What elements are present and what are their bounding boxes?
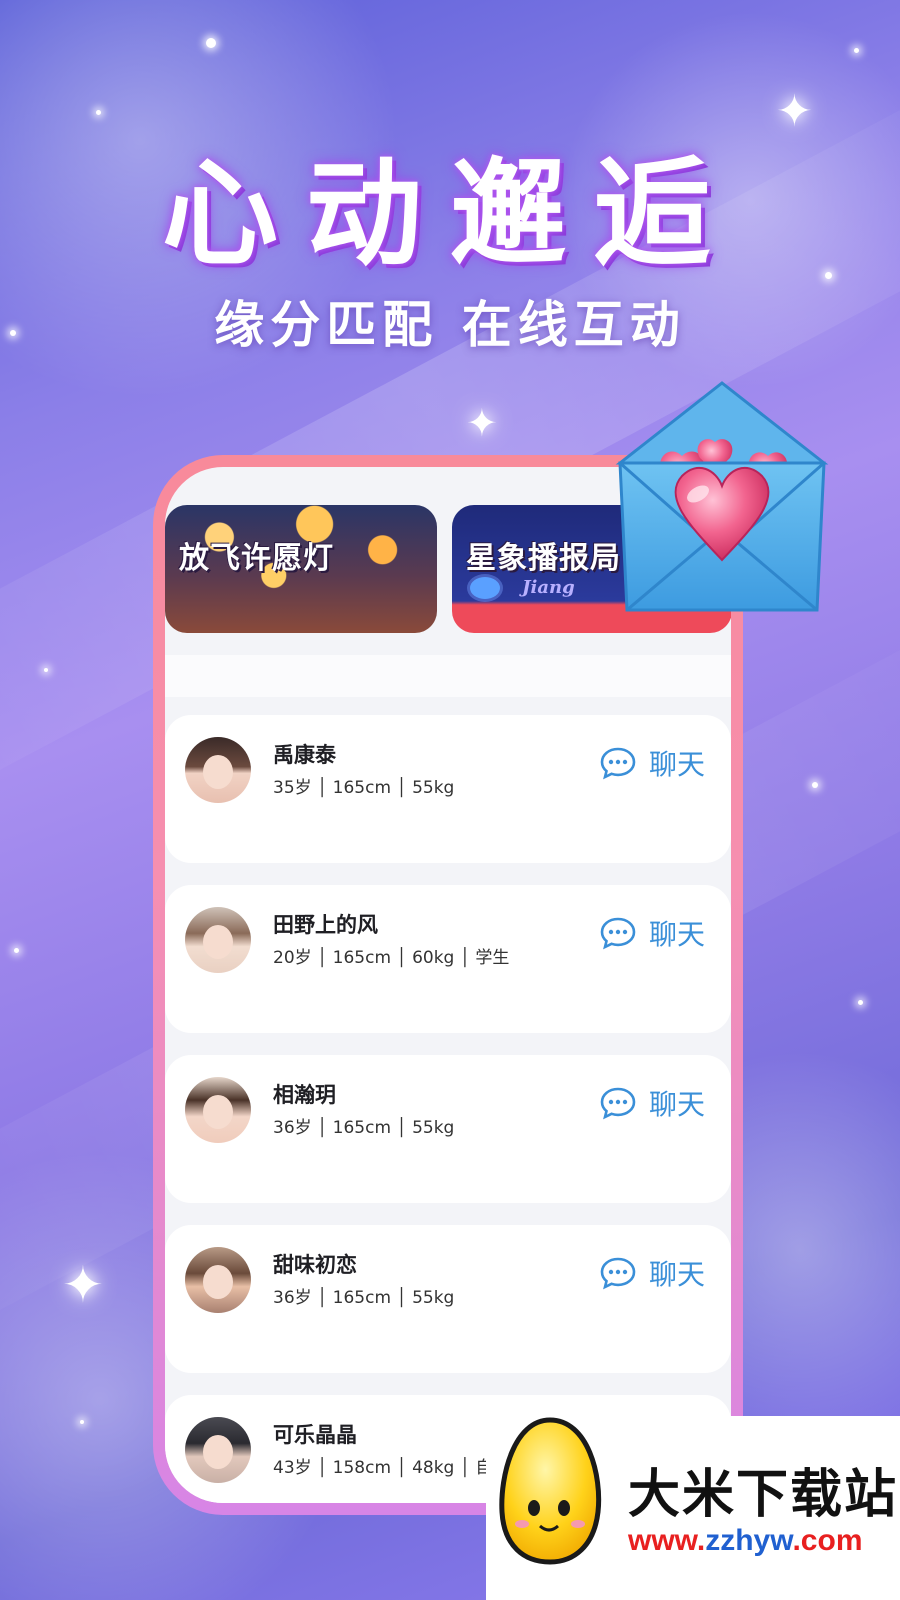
user-name: 相瀚玥 — [273, 1083, 336, 1107]
sparkle-icon: ✦ — [62, 1256, 104, 1314]
banner-lanterns[interactable]: 放飞许愿灯 — [165, 505, 437, 633]
banner-label: 放飞许愿灯 — [179, 541, 334, 576]
avatar[interactable] — [185, 1417, 251, 1483]
chat-label: 聊天 — [648, 1258, 705, 1291]
chat-button[interactable]: 聊天 — [599, 743, 705, 783]
avatar[interactable] — [185, 737, 251, 803]
user-card[interactable]: 相瀚玥 36岁 │ 165cm │ 55kg 聊天 — [165, 1055, 731, 1203]
user-card[interactable]: 禹康泰 35岁 │ 165cm │ 55kg 聊天 — [165, 715, 731, 863]
user-meta: 20岁 │ 165cm │ 60kg │ 学生 — [273, 948, 510, 968]
chat-bubble-icon — [600, 1087, 636, 1120]
chat-bubble-icon — [600, 747, 636, 780]
user-card[interactable]: 甜味初恋 36岁 │ 165cm │ 55kg 聊天 — [165, 1225, 731, 1373]
user-name: 甜味初恋 — [273, 1253, 357, 1277]
user-list: 禹康泰 35岁 │ 165cm │ 55kg 聊天 田野上的风 20岁 │ 16… — [165, 715, 731, 1503]
user-meta: 36岁 │ 165cm │ 55kg — [273, 1288, 455, 1308]
avatar[interactable] — [185, 1077, 251, 1143]
chat-label: 聊天 — [648, 748, 705, 781]
url-prefix: www. — [628, 1524, 706, 1557]
user-meta: 43岁 │ 158cm │ 48kg │ 自 — [273, 1458, 493, 1478]
divider-strip — [165, 655, 731, 697]
love-letter-envelope-icon — [615, 381, 829, 612]
user-meta: 35岁 │ 165cm │ 55kg — [273, 778, 455, 798]
user-meta: 36岁 │ 165cm │ 55kg — [273, 1118, 455, 1138]
user-name: 可乐晶晶 — [273, 1423, 357, 1447]
url-domain: zzhyw — [705, 1524, 793, 1557]
planet-icon — [470, 577, 500, 599]
banner-script-text: Jiang — [522, 577, 575, 598]
promo-title: 心动邂逅 — [162, 146, 738, 282]
rice-mascot-icon — [499, 1417, 602, 1565]
url-suffix: .com — [792, 1524, 863, 1557]
user-card[interactable]: 田野上的风 20岁 │ 165cm │ 60kg │ 学生 聊天 — [165, 885, 731, 1033]
promo-subtitle: 缘分匹配 在线互动 — [214, 296, 686, 354]
user-name: 田野上的风 — [273, 913, 378, 937]
chat-button[interactable]: 聊天 — [599, 913, 705, 953]
chat-button[interactable]: 聊天 — [599, 1253, 705, 1293]
site-name: 大米下载站 — [628, 1465, 899, 1525]
avatar[interactable] — [185, 907, 251, 973]
chat-button[interactable]: 聊天 — [599, 1083, 705, 1123]
banner-label: 星象播报局 — [466, 541, 621, 576]
chat-bubble-icon — [600, 917, 636, 950]
sparkle-icon: ✦ — [466, 401, 498, 445]
chat-label: 聊天 — [648, 1088, 705, 1121]
chat-label: 聊天 — [648, 918, 705, 951]
avatar[interactable] — [185, 1247, 251, 1313]
chat-bubble-icon — [600, 1257, 636, 1290]
site-url[interactable]: www.zzhyw.com — [628, 1524, 863, 1558]
site-watermark: 大米下载站 www.zzhyw.com — [486, 1416, 900, 1600]
user-name: 禹康泰 — [273, 743, 336, 767]
